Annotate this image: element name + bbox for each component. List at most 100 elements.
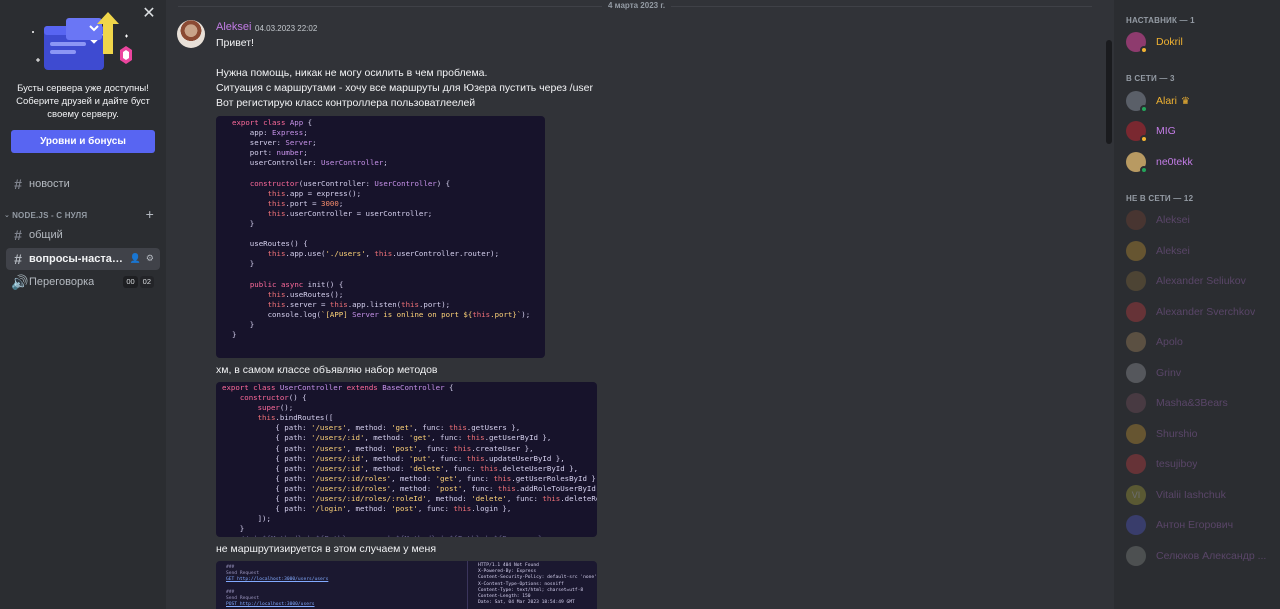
- channel-news[interactable]: # новости: [6, 173, 160, 195]
- member-group-title: В СЕТИ — 3: [1126, 74, 1175, 83]
- member-name: ne0tekk: [1156, 156, 1193, 168]
- status-indicator: [1140, 105, 1148, 113]
- member-name: Grinv: [1156, 367, 1182, 379]
- avatar[interactable]: [177, 20, 205, 48]
- message-text: Ситуация с маршрутами - хочу все маршрут…: [216, 82, 594, 94]
- hash-icon: #: [14, 227, 22, 243]
- member-name: Vitalii Iashchuk: [1156, 489, 1226, 501]
- member-group-title: НАСТАВНИК — 1: [1126, 16, 1195, 25]
- code-line: }: [232, 319, 255, 329]
- channel-sidebar: ✕ Бусты сервера уже доступны! Соберите д…: [0, 0, 166, 609]
- avatar: [1126, 546, 1146, 566]
- message-text: не маршрутизируется в этом случаем у мен…: [216, 543, 437, 555]
- member-item[interactable]: Grinv: [1126, 361, 1274, 385]
- code-line: { path: '/users/:id/roles', method: 'pos…: [222, 483, 596, 493]
- code-line: console.log(`[APP] Server is online on p…: [232, 309, 531, 319]
- channel-label: новости: [29, 178, 70, 190]
- member-item[interactable]: Shurshio: [1126, 422, 1274, 446]
- member-item[interactable]: Aleksei: [1126, 239, 1274, 263]
- message-author[interactable]: Aleksei: [216, 21, 251, 33]
- member-group-title: НЕ В СЕТИ — 12: [1126, 194, 1194, 203]
- member-item[interactable]: Антон Егорович: [1126, 513, 1274, 537]
- close-icon[interactable]: ✕: [141, 6, 157, 22]
- member-item[interactable]: Alexander Seliukov: [1126, 269, 1274, 293]
- avatar: [1126, 302, 1146, 322]
- code-line: }: [232, 218, 255, 228]
- member-item[interactable]: ne0tekk: [1126, 150, 1274, 174]
- member-item[interactable]: Селюков Александр ...: [1126, 544, 1274, 568]
- avatar: [1126, 515, 1146, 535]
- code-line: { path: '/login', method: 'post', func: …: [222, 504, 512, 514]
- status-indicator: [1140, 166, 1148, 174]
- chat-scrollbar[interactable]: [1106, 40, 1112, 144]
- member-name: Apolo: [1156, 336, 1183, 348]
- member-name: Aleksei: [1156, 214, 1190, 226]
- code-line: // | ${Method} | ${Path} | ${Method} | $…: [222, 534, 597, 537]
- code-line: this.server = this.app.listen(this.port)…: [267, 299, 451, 309]
- code-screenshot-controller[interactable]: export class UserController extends Base…: [216, 382, 597, 537]
- member-item[interactable]: Masha&3Bears: [1126, 391, 1274, 415]
- code-line: constructor() {: [239, 393, 307, 403]
- chevron-down-icon: ⌄: [4, 212, 11, 219]
- member-item[interactable]: VI Vitalii Iashchuk: [1126, 483, 1274, 507]
- member-item[interactable]: Aleksei: [1126, 208, 1274, 232]
- levels-and-perks-button[interactable]: Уровни и бонусы: [11, 130, 155, 153]
- member-name: Alexander Sverchkov: [1156, 306, 1256, 318]
- avatar: [1126, 393, 1146, 413]
- boost-promo-card: ✕ Бусты сервера уже доступны! Соберите д…: [0, 0, 166, 160]
- member-item[interactable]: Apolo: [1126, 330, 1274, 354]
- http-request-screenshot[interactable]: ### Send Request GET http://localhost:3000…: [216, 561, 597, 609]
- date-divider: 4 марта 2023 г.: [602, 0, 672, 12]
- avatar: [1126, 210, 1146, 230]
- speaker-icon: 🔊: [11, 273, 29, 290]
- member-item[interactable]: Alexander Sverchkov: [1126, 300, 1274, 324]
- code-line: { path: '/users/:id/roles', method: 'get…: [222, 473, 597, 483]
- user-count: 00: [123, 276, 138, 288]
- code-line: super();: [257, 403, 294, 413]
- member-name: Alari: [1156, 95, 1178, 107]
- code-line: useRoutes() {: [232, 239, 308, 249]
- code-screenshot-app[interactable]: export class App { app: Express; server:…: [216, 116, 545, 358]
- channel-general[interactable]: # общий: [6, 224, 160, 246]
- member-name: Антон Егорович: [1156, 519, 1234, 531]
- code-line: Content-Security-Policy: default-src 'no…: [478, 575, 597, 581]
- channel-label: Переговорка: [29, 276, 95, 288]
- member-name: Alexander Seliukov: [1156, 275, 1246, 287]
- avatar: [1126, 152, 1148, 174]
- code-line: constructor(userController: UserControll…: [249, 178, 451, 188]
- hash-icon: #: [14, 176, 22, 192]
- category-nodejs[interactable]: ⌄ NODE.JS - С НУЛЯ +: [4, 206, 160, 222]
- code-line: { path: '/users/:id/roles/:roleId', meth…: [222, 494, 597, 504]
- avatar: [1126, 454, 1146, 474]
- member-item[interactable]: MIG: [1126, 119, 1274, 143]
- plus-icon[interactable]: +: [146, 206, 154, 222]
- chat-area: 4 марта 2023 г. Aleksei 04.03.2023 22:02…: [166, 0, 1114, 609]
- code-line: }: [222, 524, 245, 534]
- code-line: this.useRoutes();: [267, 289, 344, 299]
- avatar: VI: [1126, 485, 1146, 505]
- channel-label: общий: [29, 229, 63, 241]
- code-line: POST http://localhost:3000/users: [226, 602, 315, 608]
- code-line: export class App {: [232, 118, 313, 127]
- code-line: public async init() {: [249, 279, 344, 289]
- member-item[interactable]: Dokril: [1126, 30, 1274, 54]
- category-label: NODE.JS - С НУЛЯ: [12, 210, 88, 220]
- code-line: { path: '/users/:id', method: 'put', fun…: [222, 453, 565, 463]
- status-indicator: [1140, 135, 1148, 143]
- code-line: userController: UserController;: [232, 158, 388, 168]
- member-name: Aleksei: [1156, 245, 1190, 257]
- member-item[interactable]: Alari ♛: [1126, 89, 1274, 113]
- channel-qa[interactable]: # вопросы-наставник 👤 ⚙: [6, 248, 160, 270]
- add-member-icon[interactable]: 👤: [130, 253, 141, 264]
- channel-voice[interactable]: 🔊 Переговорка 00 02: [6, 271, 160, 293]
- gear-icon[interactable]: ⚙: [146, 253, 154, 264]
- message-text: Вот регистирую класс контроллера пользов…: [216, 97, 476, 109]
- avatar: [1126, 424, 1146, 444]
- message-text: хм, в самом классе объявляю набор методо…: [216, 364, 438, 376]
- member-item[interactable]: tesujiboy: [1126, 452, 1274, 476]
- member-name: MIG: [1156, 125, 1176, 137]
